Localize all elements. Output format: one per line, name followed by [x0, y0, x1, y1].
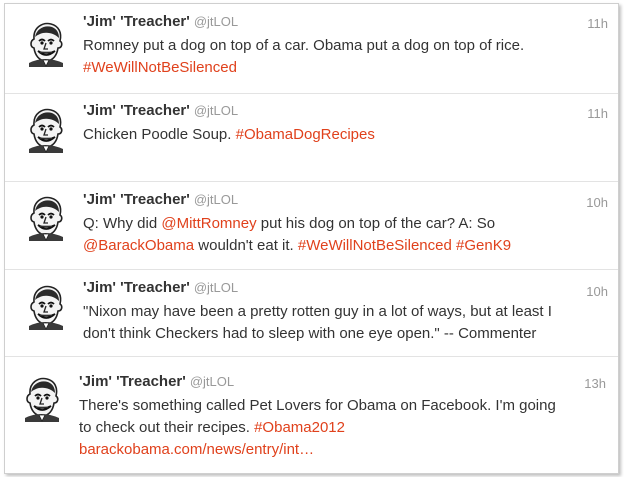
tweet-text: don't think Checkers had to sleep with o… — [83, 325, 537, 342]
caricature-avatar-icon[interactable] — [17, 374, 65, 422]
caricature-avatar-icon[interactable] — [21, 19, 69, 67]
tweet-item[interactable]: 'Jim' 'Treacher' @jtLOL 11h Romney put a … — [5, 4, 618, 94]
tweet-header: 'Jim' 'Treacher' @jtLOL — [83, 191, 238, 209]
tweet-header: 'Jim' 'Treacher' @jtLOL — [83, 13, 238, 31]
mention-link[interactable]: @MittRomney — [161, 215, 256, 232]
tweet-text-line: Q: Why did @MittRomney put his dog on to… — [83, 213, 495, 235]
user-fullname[interactable]: 'Jim' 'Treacher' — [83, 102, 190, 119]
url-link[interactable]: barackobama.com/news/entry/int… — [79, 441, 314, 458]
hashtag-link[interactable]: #WeWillNotBeSilenced — [83, 59, 237, 76]
tweet-timestamp[interactable]: 10h — [586, 195, 608, 210]
tweet-item[interactable]: 'Jim' 'Treacher' @jtLOL 10h "Nixon may ha… — [5, 270, 618, 357]
tweet-timestamp[interactable]: 11h — [587, 16, 608, 31]
tweet-text-line: Chicken Poodle Soup. #ObamaDogRecipes — [83, 124, 375, 146]
hashtag-link[interactable]: #Obama2012 — [254, 419, 345, 436]
hashtag-link[interactable]: #ObamaDogRecipes — [236, 126, 375, 143]
user-handle[interactable]: @jtLOL — [194, 192, 238, 207]
tweet-item[interactable]: 'Jim' 'Treacher' @jtLOL 13h There's somet… — [5, 357, 618, 473]
user-handle[interactable]: @jtLOL — [194, 14, 238, 29]
user-fullname[interactable]: 'Jim' 'Treacher' — [83, 191, 190, 208]
tweet-text-line: don't think Checkers had to sleep with o… — [83, 323, 536, 345]
tweet-header: 'Jim' 'Treacher' @jtLOL — [79, 373, 234, 391]
tweet-item[interactable]: 'Jim' 'Treacher' @jtLOL 11h Chicken Poodl… — [5, 94, 618, 182]
caricature-avatar-icon[interactable] — [21, 193, 69, 241]
tweet-text-line: Romney put a dog on top of a car. Obama … — [83, 35, 524, 57]
hashtag-link[interactable]: #GenK9 — [456, 237, 511, 254]
tweet-timestamp[interactable]: 11h — [587, 106, 608, 121]
hashtag-link[interactable]: #WeWillNotBeSilenced — [298, 237, 452, 254]
tweet-text-line: @BarackObama wouldn't eat it. #WeWillNot… — [83, 235, 511, 257]
caricature-avatar-icon[interactable] — [21, 282, 69, 330]
user-handle[interactable]: @jtLOL — [190, 374, 234, 389]
tweet-header: 'Jim' 'Treacher' @jtLOL — [83, 102, 238, 120]
tweet-timestamp[interactable]: 10h — [586, 284, 608, 299]
user-fullname[interactable]: 'Jim' 'Treacher' — [83, 279, 190, 296]
tweet-text-line: There's something called Pet Lovers for … — [79, 395, 556, 417]
tweet-text: Q: Why did — [83, 215, 162, 232]
mention-link[interactable]: @BarackObama — [83, 237, 194, 254]
tweet-text-line: "Nixon may have been a pretty rotten guy… — [83, 301, 552, 323]
tweet-text-line: #WeWillNotBeSilenced — [83, 57, 237, 79]
user-fullname[interactable]: 'Jim' 'Treacher' — [79, 373, 186, 390]
user-fullname[interactable]: 'Jim' 'Treacher' — [83, 13, 190, 30]
tweet-text-line: barackobama.com/news/entry/int… — [79, 439, 314, 461]
tweet-text: Chicken Poodle Soup. — [83, 126, 236, 143]
user-handle[interactable]: @jtLOL — [194, 103, 238, 118]
tweet-text-line: to check out their recipes. #Obama2012 — [79, 417, 345, 439]
tweet-text: There's something called Pet Lovers for … — [79, 397, 556, 414]
caricature-avatar-icon[interactable] — [21, 105, 69, 153]
tweet-text: wouldn't eat it. — [194, 237, 298, 254]
tweet-timestamp[interactable]: 13h — [584, 376, 606, 391]
tweet-text: put his dog on top of the car? A: So — [256, 215, 496, 232]
tweet-text: Romney put a dog on top of a car. Obama … — [83, 37, 525, 54]
tweet-header: 'Jim' 'Treacher' @jtLOL — [83, 279, 238, 297]
tweet-text: "Nixon may have been a pretty rotten guy… — [83, 303, 552, 320]
user-handle[interactable]: @jtLOL — [194, 280, 238, 295]
tweet-timeline: 'Jim' 'Treacher' @jtLOL 11h Romney put a … — [4, 3, 619, 474]
tweet-text: to check out their recipes. — [79, 419, 255, 436]
tweet-item[interactable]: 'Jim' 'Treacher' @jtLOL 10h Q: Why did @M… — [5, 182, 618, 270]
